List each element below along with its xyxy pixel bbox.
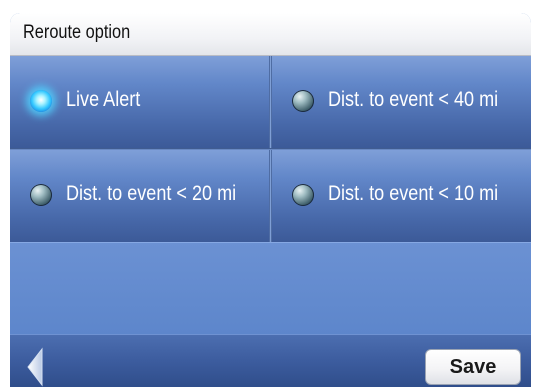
back-button[interactable] bbox=[24, 347, 48, 387]
bottom-toolbar: Save bbox=[10, 334, 531, 387]
option-dist-10-mi[interactable]: Dist. to event < 10 mi bbox=[272, 150, 531, 242]
save-button[interactable]: Save bbox=[425, 349, 521, 385]
options-grid: Live Alert Dist. to event < 40 mi Dist. … bbox=[10, 56, 531, 242]
grid-divider-horizontal bbox=[10, 148, 531, 150]
reroute-option-panel: Reroute option Live Alert Dist. to event… bbox=[10, 13, 531, 387]
radio-unselected-icon bbox=[30, 184, 52, 206]
title-bar: Reroute option bbox=[10, 13, 531, 56]
screen: Reroute option Live Alert Dist. to event… bbox=[0, 0, 536, 387]
option-dist-20-mi[interactable]: Dist. to event < 20 mi bbox=[10, 150, 269, 242]
radio-unselected-icon bbox=[292, 184, 314, 206]
empty-area bbox=[10, 242, 531, 335]
back-arrow-icon bbox=[27, 347, 43, 387]
option-dist-40-mi[interactable]: Dist. to event < 40 mi bbox=[272, 56, 531, 148]
page-title: Reroute option bbox=[23, 22, 131, 43]
option-live-alert[interactable]: Live Alert bbox=[10, 56, 269, 148]
radio-selected-icon bbox=[30, 90, 52, 112]
option-label: Dist. to event < 10 mi bbox=[328, 182, 499, 205]
save-button-label: Save bbox=[449, 356, 497, 378]
option-label: Live Alert bbox=[66, 88, 141, 111]
option-label: Dist. to event < 20 mi bbox=[66, 182, 237, 205]
radio-unselected-icon bbox=[292, 90, 314, 112]
option-label: Dist. to event < 40 mi bbox=[328, 88, 499, 111]
